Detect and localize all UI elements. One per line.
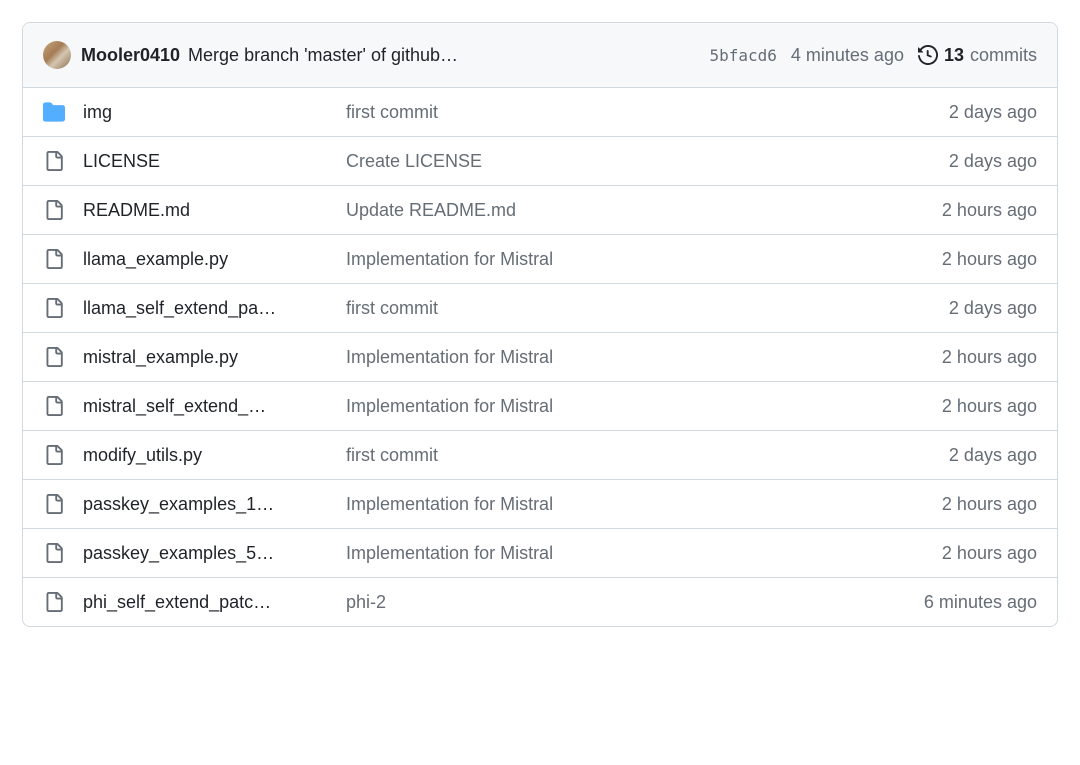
- file-icon: [43, 444, 65, 466]
- table-row: LICENSE Create LICENSE 2 days ago: [23, 136, 1057, 185]
- file-icon: [43, 248, 65, 270]
- history-icon: [918, 45, 938, 65]
- folder-icon: [43, 101, 65, 123]
- file-icon: [43, 199, 65, 221]
- commit-info[interactable]: Mooler0410 Merge branch 'master' of gith…: [43, 41, 699, 69]
- file-commit-message[interactable]: Update README.md: [346, 200, 924, 221]
- file-commit-message[interactable]: first commit: [346, 445, 931, 466]
- commit-author[interactable]: Mooler0410: [81, 45, 180, 66]
- file-commit-message[interactable]: Implementation for Mistral: [346, 347, 924, 368]
- file-name[interactable]: passkey_examples_5: [83, 543, 328, 564]
- file-commit-message[interactable]: phi-2: [346, 592, 906, 613]
- file-icon: [43, 542, 65, 564]
- table-row: llama_example.py Implementation for Mistr…: [23, 234, 1057, 283]
- file-name[interactable]: phi_self_extend_patc: [83, 592, 328, 613]
- table-row: llama_self_extend_pa first commit 2 days a…: [23, 283, 1057, 332]
- file-name[interactable]: mistral_example.py: [83, 347, 328, 368]
- file-icon: [43, 395, 65, 417]
- avatar[interactable]: [43, 41, 71, 69]
- commits-link[interactable]: 13 commits: [918, 45, 1037, 66]
- table-row: mistral_self_extend_ Implementation for M…: [23, 381, 1057, 430]
- file-relative-time: 2 hours ago: [942, 347, 1037, 368]
- commit-count: 13: [944, 45, 964, 66]
- file-relative-time: 2 hours ago: [942, 249, 1037, 270]
- table-row: mistral_example.py Implementation for Mis…: [23, 332, 1057, 381]
- commit-message[interactable]: Merge branch 'master' of github: [188, 45, 458, 66]
- file-name[interactable]: modify_utils.py: [83, 445, 328, 466]
- file-relative-time: 2 days ago: [949, 298, 1037, 319]
- file-icon: [43, 346, 65, 368]
- file-relative-time: 6 minutes ago: [924, 592, 1037, 613]
- file-relative-time: 2 days ago: [949, 445, 1037, 466]
- file-name[interactable]: mistral_self_extend_: [83, 396, 328, 417]
- file-name[interactable]: llama_example.py: [83, 249, 328, 270]
- table-row: README.md Update README.md 2 hours ago: [23, 185, 1057, 234]
- file-relative-time: 2 hours ago: [942, 200, 1037, 221]
- table-row: passkey_examples_5 Implementation for Mis…: [23, 528, 1057, 577]
- file-commit-message[interactable]: first commit: [346, 298, 931, 319]
- file-name[interactable]: img: [83, 102, 328, 123]
- file-icon: [43, 150, 65, 172]
- file-relative-time: 2 days ago: [949, 102, 1037, 123]
- latest-commit-header: Mooler0410 Merge branch 'master' of gith…: [23, 23, 1057, 88]
- file-rows: img first commit 2 days ago LICENSE Create L…: [23, 88, 1057, 626]
- table-row: modify_utils.py first commit 2 days ago: [23, 430, 1057, 479]
- file-icon: [43, 493, 65, 515]
- file-listing: Mooler0410 Merge branch 'master' of gith…: [22, 22, 1058, 627]
- commits-label: commits: [970, 45, 1037, 66]
- file-relative-time: 2 hours ago: [942, 543, 1037, 564]
- file-relative-time: 2 hours ago: [942, 396, 1037, 417]
- file-icon: [43, 297, 65, 319]
- file-commit-message[interactable]: first commit: [346, 102, 931, 123]
- file-relative-time: 2 days ago: [949, 151, 1037, 172]
- commit-sha[interactable]: 5bfacd6: [709, 46, 776, 65]
- file-commit-message[interactable]: Implementation for Mistral: [346, 494, 924, 515]
- file-name[interactable]: LICENSE: [83, 151, 328, 172]
- file-commit-message[interactable]: Implementation for Mistral: [346, 396, 924, 417]
- file-name[interactable]: llama_self_extend_pa: [83, 298, 328, 319]
- file-name[interactable]: passkey_examples_1: [83, 494, 328, 515]
- commit-relative-time: 4 minutes ago: [791, 45, 904, 66]
- file-icon: [43, 591, 65, 613]
- file-commit-message[interactable]: Implementation for Mistral: [346, 249, 924, 270]
- file-commit-message[interactable]: Create LICENSE: [346, 151, 931, 172]
- table-row: img first commit 2 days ago: [23, 88, 1057, 136]
- table-row: phi_self_extend_patc phi-2 6 minutes ago: [23, 577, 1057, 626]
- table-row: passkey_examples_1 Implementation for Mis…: [23, 479, 1057, 528]
- file-commit-message[interactable]: Implementation for Mistral: [346, 543, 924, 564]
- file-name[interactable]: README.md: [83, 200, 328, 221]
- file-relative-time: 2 hours ago: [942, 494, 1037, 515]
